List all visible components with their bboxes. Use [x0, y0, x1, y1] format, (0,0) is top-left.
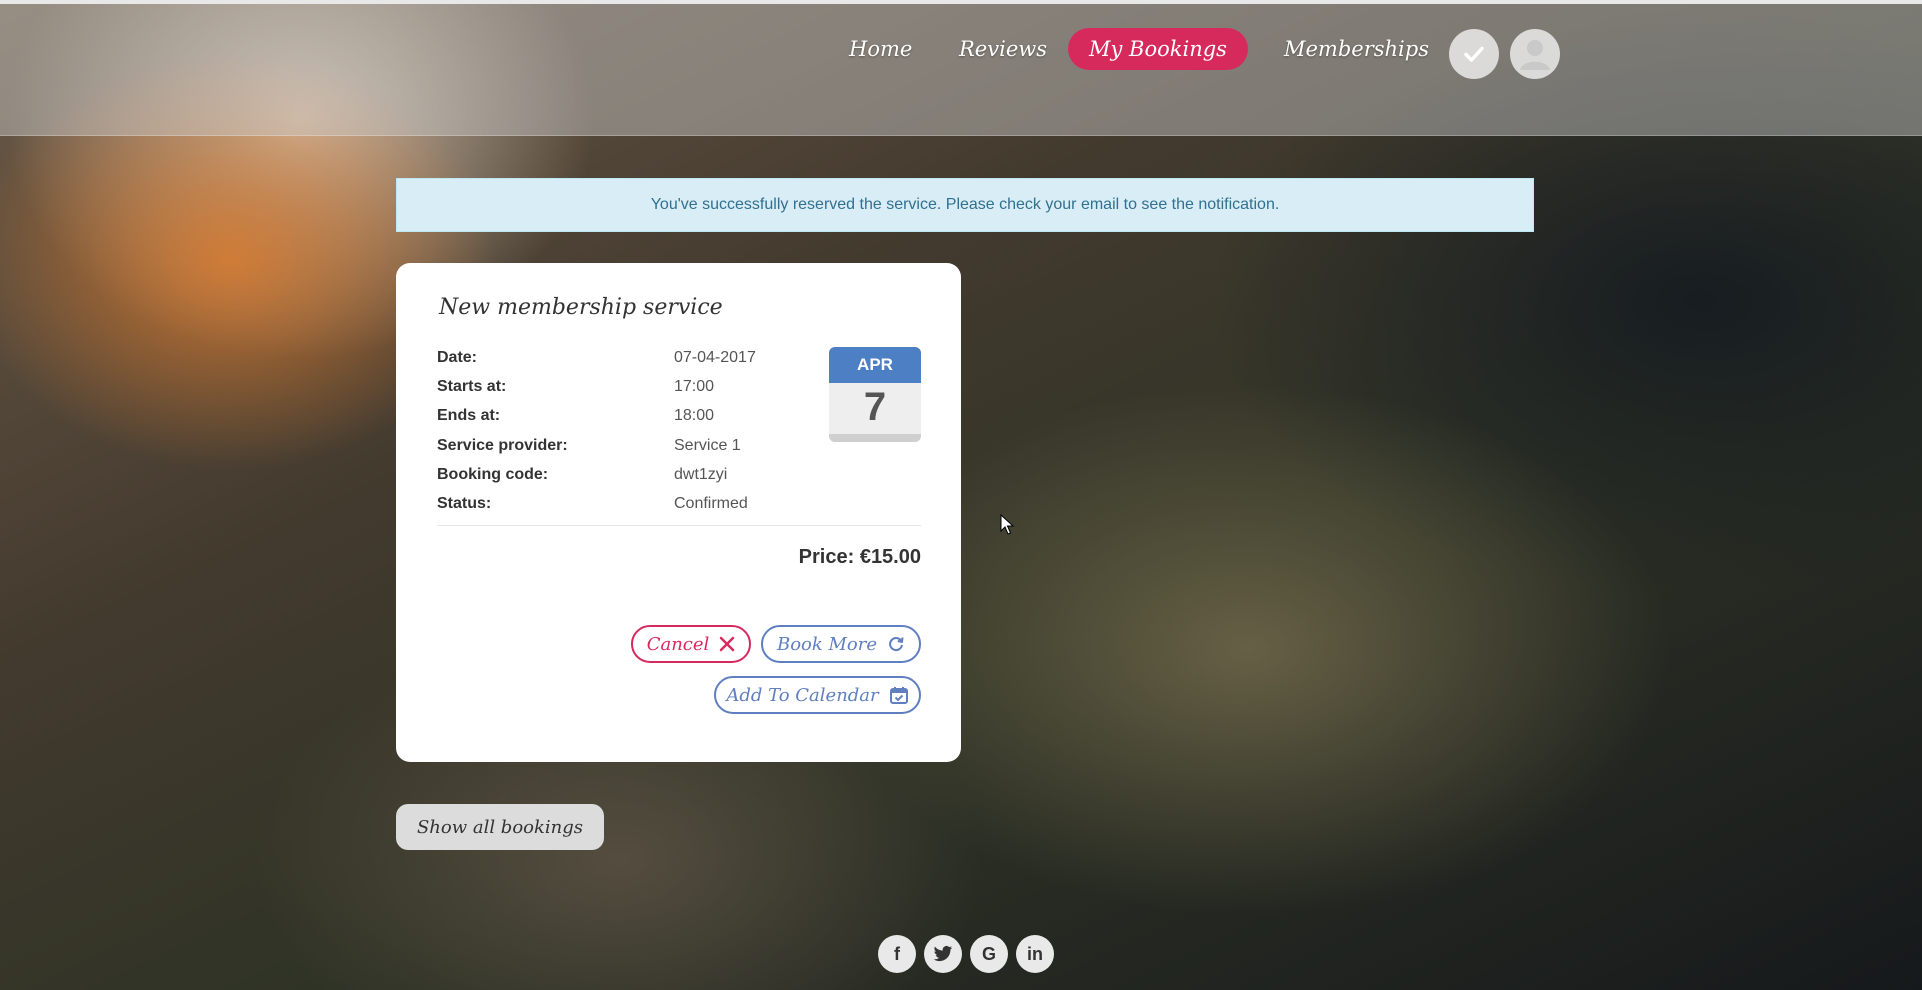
detail-value: Confirmed	[674, 495, 748, 512]
refresh-icon	[889, 637, 904, 652]
calendar-day: 7	[863, 385, 887, 429]
user-avatar-button[interactable]	[1510, 29, 1560, 79]
show-all-bookings-button[interactable]: Show all bookings	[396, 804, 604, 850]
detail-value: 07-04-2017	[674, 349, 756, 366]
detail-label: Starts at:	[437, 378, 507, 395]
linkedin-icon: in	[1027, 943, 1043, 964]
detail-label: Ends at:	[437, 407, 501, 424]
success-alert-message: You've successfully reserved the service…	[650, 196, 1280, 213]
add-to-calendar-button[interactable]: Add To Calendar	[714, 676, 921, 714]
check-button[interactable]	[1449, 29, 1499, 79]
cancel-button-label: Cancel	[646, 633, 710, 655]
background-photo	[0, 0, 1922, 990]
add-to-calendar-button-label: Add To Calendar	[726, 684, 879, 706]
book-more-button[interactable]: Book More	[761, 625, 921, 663]
detail-label: Booking code:	[437, 466, 549, 483]
nav-my-bookings-link[interactable]: My Bookings	[1068, 28, 1248, 70]
detail-value: 17:00	[674, 378, 715, 395]
detail-label: Service provider:	[437, 437, 568, 454]
nav-reviews-link[interactable]: Reviews	[959, 28, 1047, 70]
booking-card: New membership service Date: 07-04-2017 …	[396, 263, 961, 762]
detail-value: Service 1	[674, 437, 741, 454]
success-alert: You've successfully reserved the service…	[396, 178, 1534, 232]
booking-title: New membership service	[439, 295, 723, 320]
cancel-button[interactable]: Cancel	[631, 625, 751, 663]
calendar-check-icon	[889, 687, 908, 704]
calendar-month: APR	[829, 347, 921, 383]
card-divider	[437, 525, 921, 526]
detail-value: 18:00	[674, 407, 715, 424]
facebook-icon: f	[894, 943, 900, 964]
top-navbar: Home Reviews My Bookings Memberships	[0, 4, 1922, 136]
google-button[interactable]: G	[970, 935, 1008, 973]
detail-label: Date:	[437, 349, 478, 366]
twitter-icon	[933, 945, 953, 962]
nav-memberships-link[interactable]: Memberships	[1284, 28, 1429, 70]
book-more-button-label: Book More	[776, 633, 878, 655]
facebook-button[interactable]: f	[878, 935, 916, 973]
mouse-cursor-icon	[1000, 514, 1015, 535]
check-icon	[1464, 46, 1484, 62]
detail-label: Status:	[437, 495, 492, 512]
linkedin-button[interactable]: in	[1016, 935, 1054, 973]
detail-value: dwt1zyi	[674, 466, 728, 483]
close-icon	[720, 636, 735, 652]
booking-price: Price: €15.00	[798, 546, 921, 568]
nav-home-link[interactable]: Home	[849, 28, 912, 70]
google-icon: G	[981, 943, 996, 964]
twitter-button[interactable]	[924, 935, 962, 973]
calendar-date-badge: APR 7	[829, 347, 921, 442]
user-avatar-icon	[1520, 40, 1550, 70]
